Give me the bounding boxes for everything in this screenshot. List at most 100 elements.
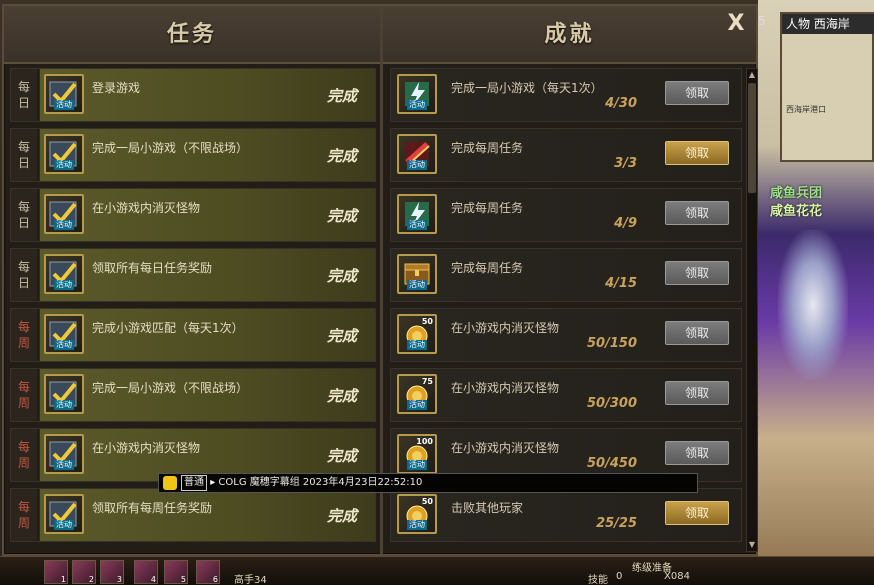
coin-pouch-icon: 活动 75	[397, 374, 437, 414]
hotbar-slot[interactable]: 3	[100, 560, 124, 584]
achievement-progress: 50/300	[587, 396, 637, 411]
right-status-value: X084	[664, 571, 690, 582]
chat-message: COLG 魔穗字幕组 2023年4月23日22:52:10	[218, 477, 423, 488]
minimap-header: 人物 西海岸	[782, 14, 874, 34]
event-tag: 活动	[54, 100, 74, 110]
scrollbar[interactable]: ▲ ▼	[746, 68, 758, 552]
achievement-body: 活动 完成一局小游戏（每天1次） 4/30 领取	[391, 69, 741, 121]
event-tag: 活动	[407, 520, 427, 530]
achievement-body: 活动 75 在小游戏内消灭怪物 50/300 领取	[391, 369, 741, 421]
icon-count: 50	[421, 497, 433, 506]
minimap-location: 西海岸港口	[786, 105, 826, 114]
task-name: 完成一局小游戏（不限战场）	[92, 381, 249, 395]
achievement-name: 在小游戏内消灭怪物	[451, 381, 560, 395]
claim-button[interactable]: 领取	[665, 141, 729, 165]
achievement-row: 活动 完成一局小游戏（每天1次） 4/30 领取	[390, 68, 742, 122]
claim-button[interactable]: 领取	[665, 501, 729, 525]
claim-button[interactable]: 领取	[665, 321, 729, 345]
achievement-row: 活动 完成每周任务 4/9 领取	[390, 188, 742, 242]
task-row[interactable]: 每周活动 领取所有每周任务奖励 完成	[10, 488, 376, 542]
achievement-progress: 50/450	[587, 456, 637, 471]
skill-count: 0	[616, 571, 623, 582]
checkmark-badge-icon: 活动	[44, 434, 84, 474]
coin-pouch-icon: 活动 50	[397, 494, 437, 534]
task-row[interactable]: 每周活动 完成小游戏匹配（每天1次） 完成	[10, 308, 376, 362]
task-name: 完成一局小游戏（不限战场）	[92, 141, 249, 155]
task-body: 活动 登录游戏 完成	[39, 69, 375, 121]
achievement-body: 活动 完成每周任务 3/3 领取	[391, 129, 741, 181]
event-tag: 活动	[407, 340, 427, 350]
hotbar-slot[interactable]: 1	[44, 560, 68, 584]
task-name: 在小游戏内消灭怪物	[92, 441, 201, 455]
achievement-name: 击败其他玩家	[451, 501, 524, 515]
task-status: 完成	[326, 267, 357, 285]
task-name: 领取所有每日任务奖励	[92, 261, 213, 275]
achievement-progress: 4/30	[605, 96, 637, 111]
achievement-progress: 3/3	[614, 156, 637, 171]
achievements-title: 成就	[544, 22, 595, 47]
scroll-down-icon[interactable]: ▼	[747, 539, 757, 551]
hotbar-slot[interactable]: 2	[72, 560, 96, 584]
achievement-name: 完成一局小游戏（每天1次）	[451, 81, 603, 95]
scroll-up-icon[interactable]: ▲	[747, 69, 757, 81]
checkmark-badge-icon: 活动	[44, 374, 84, 414]
achievement-name: 在小游戏内消灭怪物	[451, 441, 560, 455]
chat-message-bar[interactable]: 普通 ▸ COLG 魔穗字幕组 2023年4月23日22:52:10	[158, 473, 698, 493]
skill-label: 技能	[588, 575, 608, 585]
event-tag: 活动	[407, 400, 427, 410]
task-row[interactable]: 每周活动 完成一局小游戏（不限战场） 完成	[10, 368, 376, 422]
claim-button[interactable]: 领取	[665, 261, 729, 285]
player-character	[778, 230, 848, 380]
task-row[interactable]: 每日活动 领取所有每日任务奖励 完成	[10, 248, 376, 302]
icon-count: 100	[416, 437, 433, 446]
task-body: 活动 领取所有每日任务奖励 完成	[39, 249, 375, 301]
chat-arrow-icon: ▸	[210, 477, 216, 488]
close-button[interactable]: X	[724, 12, 748, 36]
achievement-body: 活动 完成每周任务 4/15 领取	[391, 249, 741, 301]
guild-name: 咸鱼兵团	[770, 186, 823, 201]
task-name: 在小游戏内消灭怪物	[92, 201, 201, 215]
task-status: 完成	[326, 327, 357, 345]
task-row[interactable]: 每日活动 完成一局小游戏（不限战场） 完成	[10, 128, 376, 182]
event-tag: 活动	[54, 520, 74, 530]
achievement-progress: 4/9	[614, 216, 637, 231]
hotbar-slot[interactable]: 5	[164, 560, 188, 584]
task-body: 活动 完成一局小游戏（不限战场） 完成	[39, 369, 375, 421]
minimap[interactable]: 人物 西海岸 西海岸港口	[780, 12, 874, 162]
period-label: 每日	[11, 189, 37, 241]
period-label: 每日	[11, 249, 37, 301]
checkmark-badge-icon: 活动	[44, 74, 84, 114]
chat-channel-icon	[163, 476, 177, 490]
task-status: 完成	[326, 447, 357, 465]
claim-button[interactable]: 领取	[665, 81, 729, 105]
lightning-scroll-icon: 活动	[397, 74, 437, 114]
claim-button[interactable]: 领取	[665, 441, 729, 465]
achievement-row: 活动 完成每周任务 4/15 领取	[390, 248, 742, 302]
lightning-scroll-icon: 活动	[397, 194, 437, 234]
period-label: 每日	[11, 129, 37, 181]
event-tag: 活动	[407, 280, 427, 290]
player-level: 高手34	[234, 575, 267, 585]
scroll-thumb[interactable]	[748, 83, 756, 193]
chat-channel[interactable]: 普通	[181, 475, 207, 491]
task-row[interactable]: 每日活动 在小游戏内消灭怪物 完成	[10, 188, 376, 242]
icon-count: 75	[421, 377, 433, 386]
achievement-row: 活动 完成每周任务 3/3 领取	[390, 128, 742, 182]
claim-button[interactable]: 领取	[665, 201, 729, 225]
checkmark-badge-icon: 活动	[44, 494, 84, 534]
task-name: 领取所有每周任务奖励	[92, 501, 213, 515]
claim-button[interactable]: 领取	[665, 381, 729, 405]
red-scroll-icon: 活动	[397, 134, 437, 174]
task-name: 完成小游戏匹配（每天1次）	[92, 321, 244, 335]
event-tag: 活动	[54, 280, 74, 290]
event-tag: 活动	[407, 160, 427, 170]
task-row[interactable]: 每日活动 登录游戏 完成	[10, 68, 376, 122]
achievement-name: 完成每周任务	[451, 201, 524, 215]
hotbar-slot[interactable]: 4	[134, 560, 158, 584]
checkmark-badge-icon: 活动	[44, 254, 84, 294]
achievement-progress: 25/25	[596, 516, 637, 531]
achievement-progress: 4/15	[605, 276, 637, 291]
hotbar-slot[interactable]: 6	[196, 560, 220, 584]
checkmark-badge-icon: 活动	[44, 194, 84, 234]
achievement-name: 完成每周任务	[451, 141, 524, 155]
